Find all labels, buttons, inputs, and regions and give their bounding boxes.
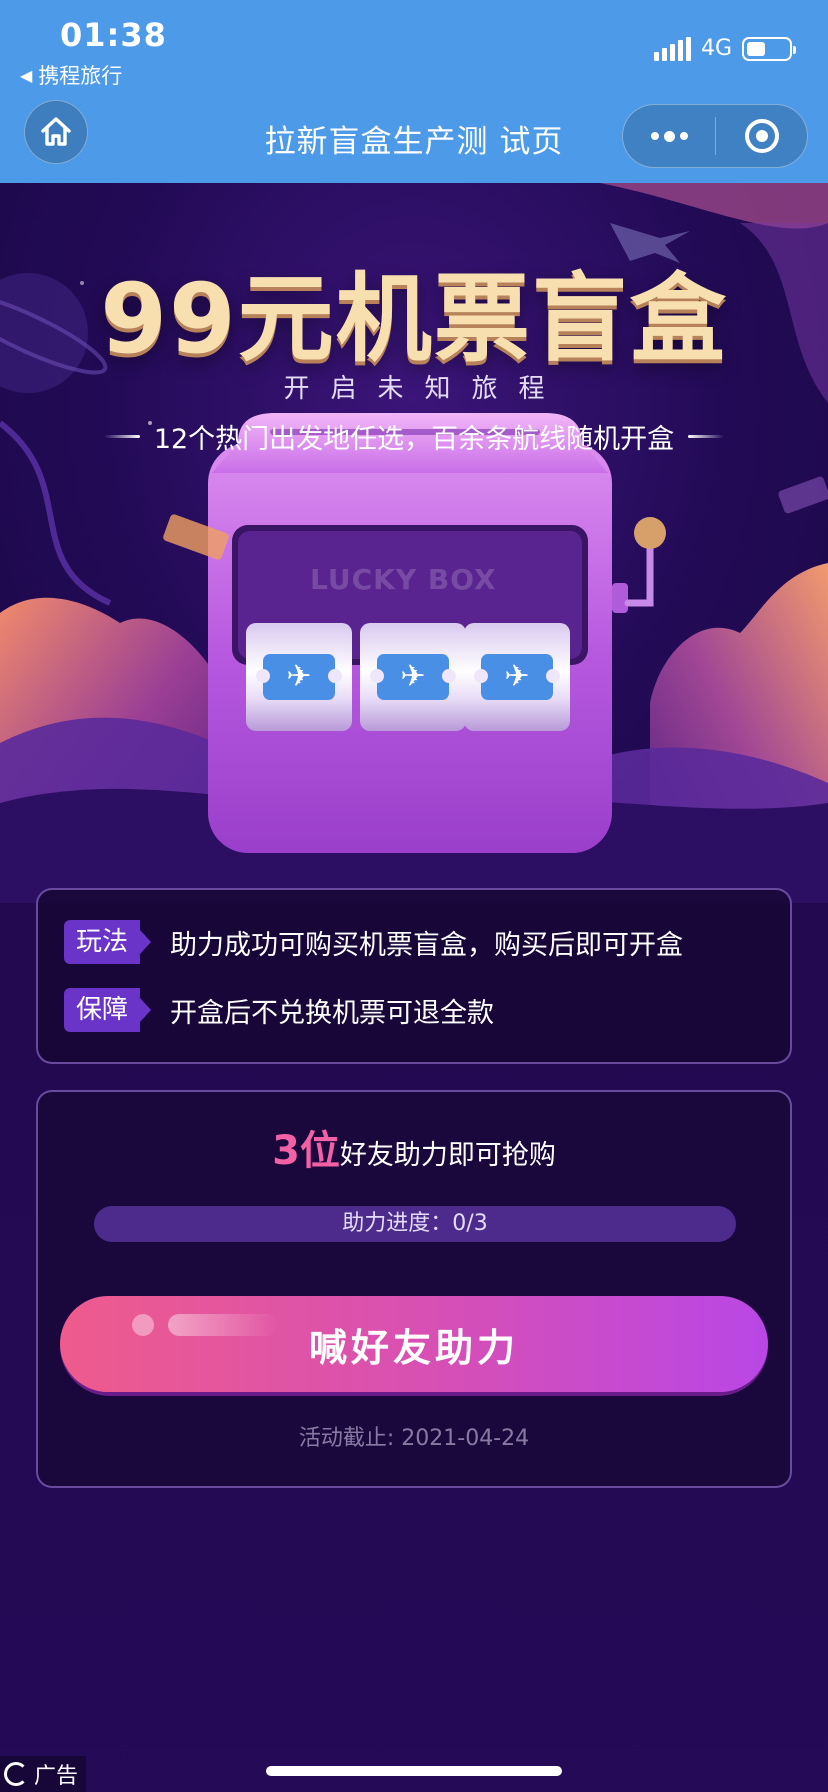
more-button[interactable] bbox=[623, 105, 715, 167]
rule-row-play: 玩法 助力成功可购买机票盲盒，购买后即可开盒 bbox=[64, 920, 683, 964]
rule-tag: 玩法 bbox=[64, 920, 152, 964]
plane-ticket-icon: ✈ bbox=[256, 654, 342, 700]
help-progress-bar: 助力进度：0/3 bbox=[94, 1206, 736, 1242]
slot-reel-1: ✈ bbox=[246, 623, 352, 731]
help-title: 3位好友助力即可抢购 bbox=[38, 1118, 790, 1176]
status-time: 01:38 bbox=[60, 16, 167, 54]
rules-card: 玩法 助力成功可购买机票盲盒，购买后即可开盒 保障 开盒后不兑换机票可退全款 bbox=[36, 888, 792, 1064]
rule-text: 开盒后不兑换机票可退全款 bbox=[170, 997, 495, 1029]
signal-icon bbox=[653, 36, 691, 61]
machine-label: LUCKY BOX bbox=[310, 563, 497, 596]
subline-left-dash bbox=[103, 435, 140, 438]
invite-friends-label: 喊好友助力 bbox=[308, 1325, 519, 1370]
help-title-text: 好友助力即可抢购 bbox=[339, 1140, 556, 1171]
subline-right-dash bbox=[688, 435, 725, 438]
battery-icon bbox=[742, 36, 796, 61]
network-type: 4G bbox=[700, 36, 732, 61]
hero-title: 99元机票盲盒 bbox=[100, 263, 728, 375]
rule-row-guarantee: 保障 开盒后不兑换机票可退全款 bbox=[64, 988, 494, 1032]
close-button[interactable] bbox=[716, 105, 807, 167]
help-card: 3位好友助力即可抢购 助力进度：0/3 喊好友助力 活动截止: 2021-04-… bbox=[36, 1090, 792, 1488]
ad-label: 广告 bbox=[34, 1764, 79, 1789]
plane-ticket-icon: ✈ bbox=[474, 654, 560, 700]
subline-text: 12个热门出发地任选，百余条航线随机开盒 bbox=[153, 424, 675, 455]
menu-capsule bbox=[622, 104, 808, 168]
progress-text: 助力进度：0/3 bbox=[342, 1211, 488, 1236]
back-app-label: 携程旅行 bbox=[38, 64, 123, 88]
slot-reel-2: ✈ bbox=[360, 623, 466, 731]
hero-tagline: 开启未知旅程 bbox=[283, 374, 566, 404]
hero-banner: 99元机票盲盒 开启未知旅程 12个热门出发地任选，百余条航线随机开盒 LUCK… bbox=[0, 183, 828, 903]
plane-ticket-icon: ✈ bbox=[370, 654, 456, 700]
ad-logo-icon bbox=[4, 1762, 28, 1786]
back-triangle-icon: ◀ bbox=[20, 65, 33, 85]
ad-badge[interactable]: 广告 bbox=[0, 1756, 87, 1792]
hero-subline: 12个热门出发地任选，百余条航线随机开盒 bbox=[0, 417, 828, 456]
more-dots-icon bbox=[650, 132, 659, 140]
status-indicators: 4G bbox=[653, 36, 796, 61]
help-count: 3位 bbox=[272, 1128, 340, 1174]
top-bar: 01:38 ◀ 携程旅行 4G 拉新盲盒生产测 试页 bbox=[0, 0, 828, 183]
home-indicator[interactable] bbox=[266, 1766, 562, 1776]
button-shine-dot bbox=[132, 1314, 154, 1336]
rule-tag: 保障 bbox=[64, 988, 152, 1032]
activity-deadline: 活动截止: 2021-04-24 bbox=[298, 1426, 530, 1451]
rule-text: 助力成功可购买机票盲盒，购买后即可开盒 bbox=[170, 929, 684, 961]
target-close-icon bbox=[744, 119, 779, 153]
invite-friends-button[interactable]: 喊好友助力 bbox=[60, 1296, 768, 1392]
slot-reel-3: ✈ bbox=[464, 623, 570, 731]
back-to-app-link[interactable]: ◀ 携程旅行 bbox=[20, 60, 122, 90]
button-shine-bar bbox=[168, 1314, 278, 1336]
